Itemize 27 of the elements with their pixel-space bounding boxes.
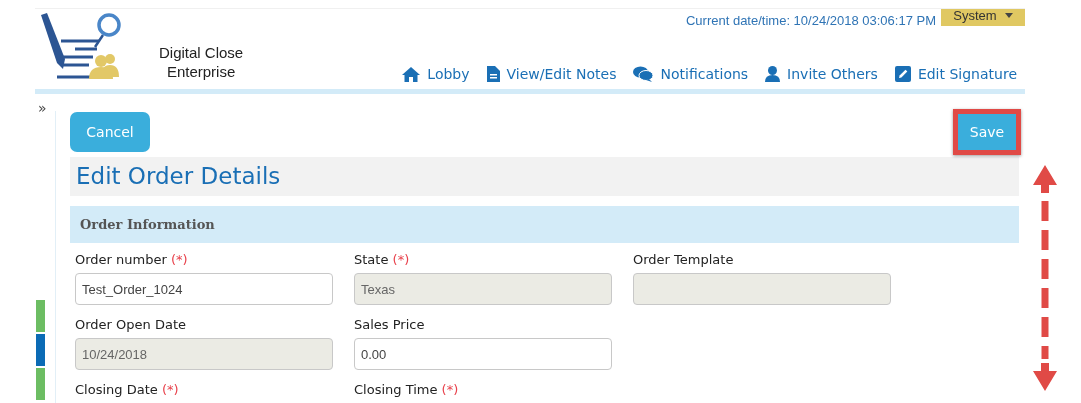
brand-name: Digital Close [159, 43, 244, 62]
section-header: Order Information [80, 215, 215, 234]
nav-link[interactable]: Notifications [633, 63, 749, 85]
document-icon [486, 66, 500, 82]
current-datetime: Current date/time: 10/24/2018 03:06:17 PM [685, 12, 936, 30]
field-label: Closing Date (*) [75, 382, 180, 398]
input-field[interactable]: 0.00 [354, 338, 612, 370]
field-label: Order Template [633, 252, 735, 268]
sidebar-toggle[interactable]: » [38, 101, 55, 115]
nav-link[interactable]: Edit Signature [894, 63, 1017, 85]
brand-name: Enterprise [166, 62, 236, 81]
home-icon [402, 66, 421, 82]
edit-icon [894, 66, 911, 82]
chat-icon [633, 66, 654, 82]
field-label: State (*) [354, 252, 411, 268]
user-menu-button[interactable]: System [941, 9, 1025, 26]
nav-link[interactable]: Lobby [402, 63, 470, 85]
input-field[interactable]: Test_Order_1024 [75, 273, 333, 305]
field-label: Order number (*) [75, 252, 189, 268]
field-label: Closing Time (*) [354, 382, 460, 398]
page-title: Edit Order Details [76, 162, 281, 192]
user-icon [765, 66, 781, 82]
caret-icon [1004, 13, 1013, 18]
nav-link[interactable]: Invite Others [765, 63, 878, 85]
field-label: Sales Price [354, 317, 426, 333]
field-label: Order Open Date [75, 317, 187, 333]
nav-link[interactable]: View/Edit Notes [486, 63, 617, 85]
